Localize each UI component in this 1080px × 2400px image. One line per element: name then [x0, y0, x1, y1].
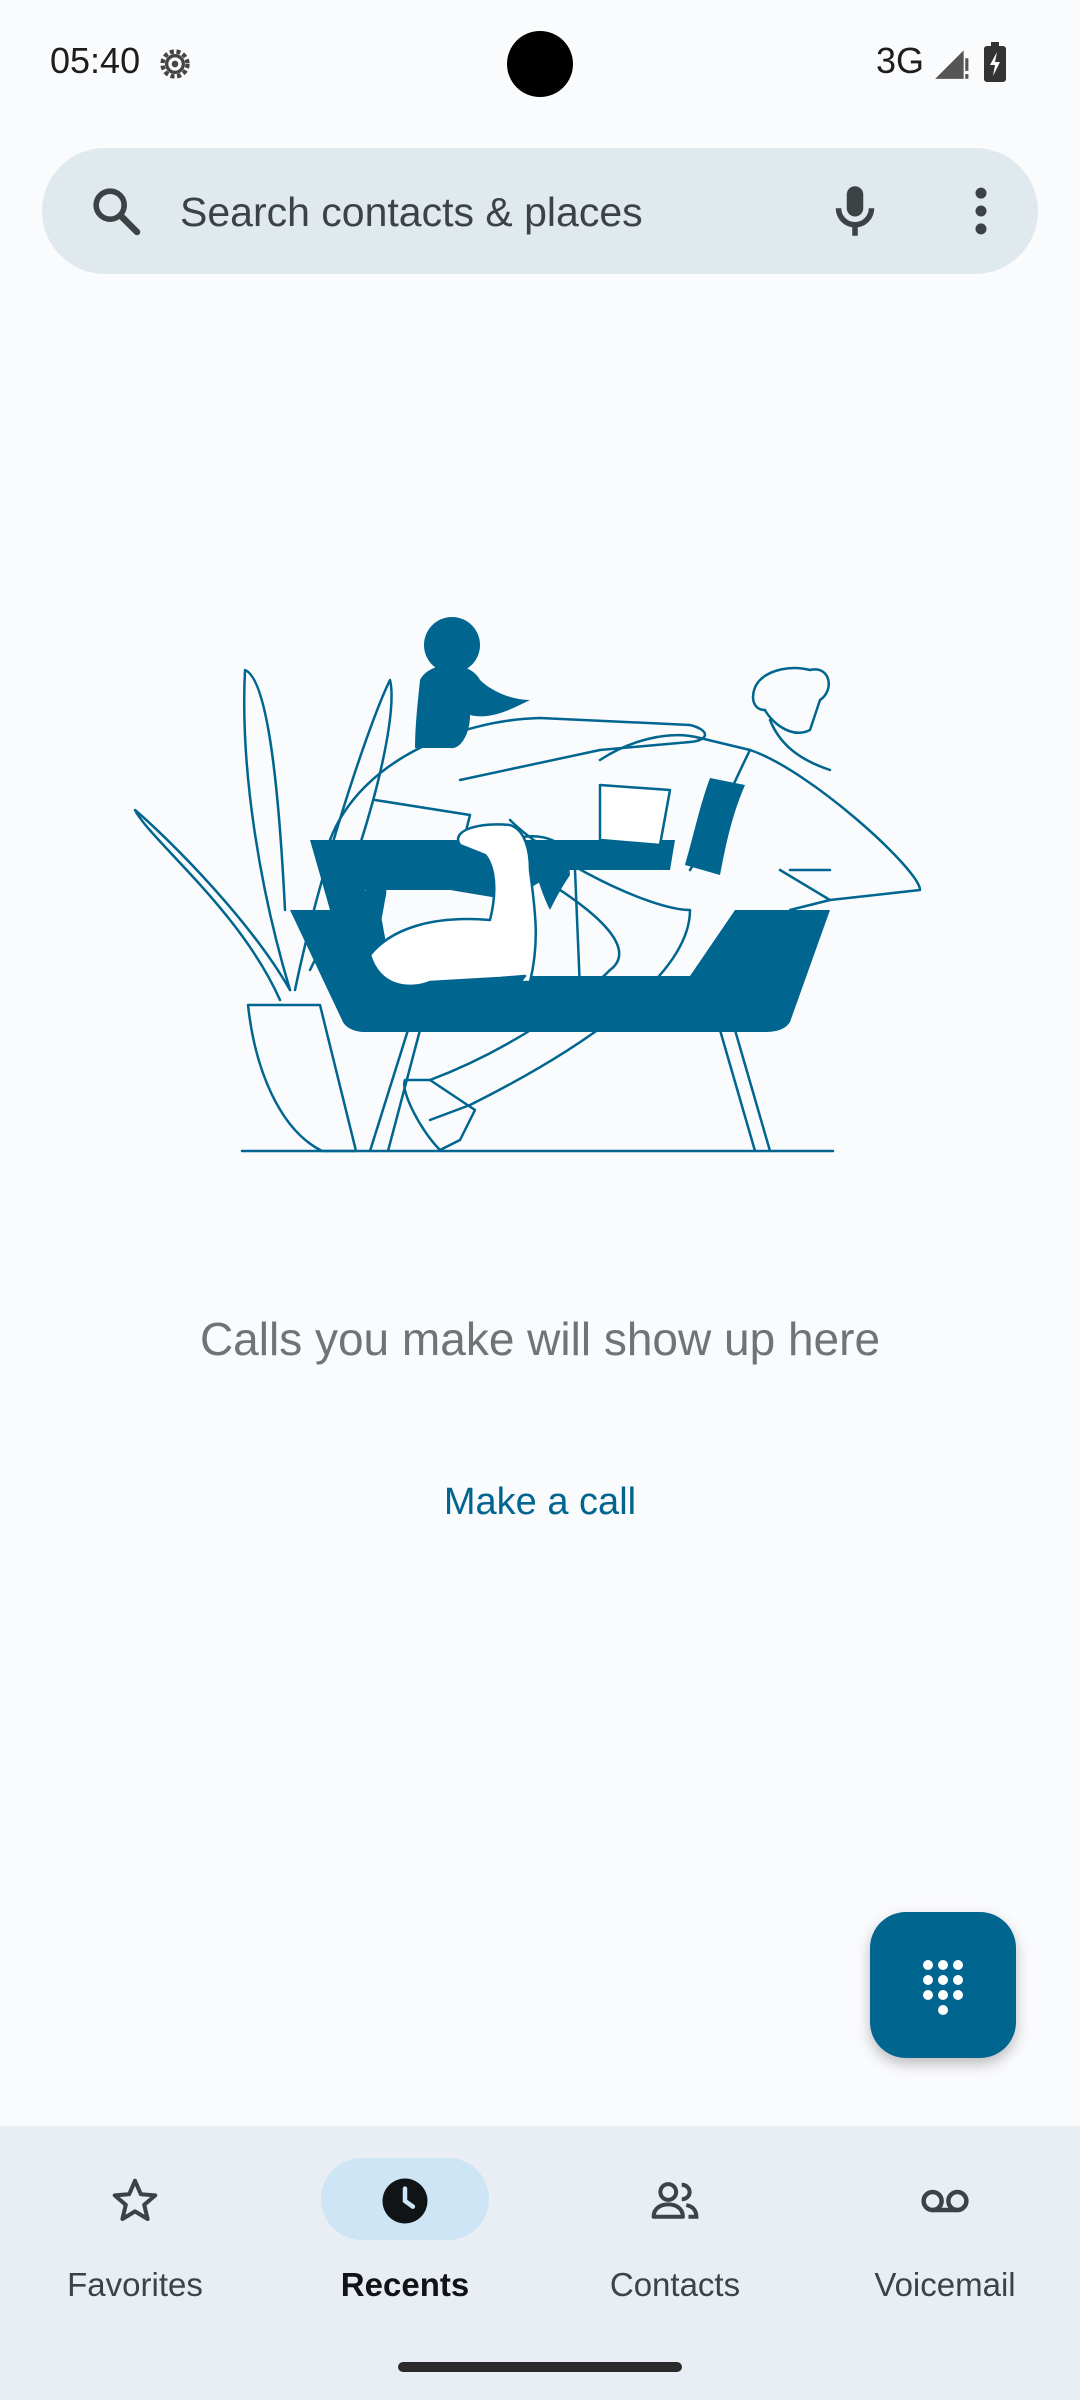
- dialpad-icon: [923, 1960, 963, 2015]
- star-icon: [112, 2178, 158, 2222]
- nav-contacts[interactable]: Contacts: [540, 2126, 810, 2346]
- nav-label: Recents: [340, 2266, 470, 2303]
- network-type: 3G: [876, 40, 925, 81]
- battery-charging-icon: [984, 42, 1006, 82]
- settings-gear-icon: [160, 49, 190, 79]
- search-icon[interactable]: [88, 183, 144, 239]
- bottom-navigation: Favorites Recents Contacts Voicemail: [0, 2126, 1080, 2400]
- signal-icon: [935, 50, 969, 79]
- search-bar[interactable]: [42, 148, 1038, 274]
- nav-recents[interactable]: Recents: [270, 2126, 540, 2346]
- home-indicator[interactable]: [398, 2362, 682, 2372]
- clock-icon: [382, 2178, 428, 2224]
- dialpad-button[interactable]: [870, 1912, 1016, 2058]
- mic-icon[interactable]: [822, 178, 888, 244]
- search-input[interactable]: [178, 178, 822, 246]
- voicemail-icon: [921, 2189, 969, 2213]
- empty-state-message: Calls you make will show up here: [199, 1313, 881, 1365]
- status-bar: 05:40 3G: [0, 0, 1080, 130]
- nav-label: Contacts: [609, 2266, 741, 2303]
- nav-label: Favorites: [67, 2266, 203, 2303]
- more-vert-icon[interactable]: [948, 178, 1014, 244]
- nav-favorites[interactable]: Favorites: [0, 2126, 270, 2346]
- make-a-call-link[interactable]: Make a call: [390, 1470, 690, 1534]
- camera-cutout: [507, 31, 573, 97]
- empty-recents-illustration: [133, 617, 922, 1153]
- status-time: 05:40: [50, 40, 141, 81]
- people-icon: [651, 2182, 699, 2219]
- nav-label: Voicemail: [874, 2266, 1016, 2303]
- nav-voicemail[interactable]: Voicemail: [810, 2126, 1080, 2346]
